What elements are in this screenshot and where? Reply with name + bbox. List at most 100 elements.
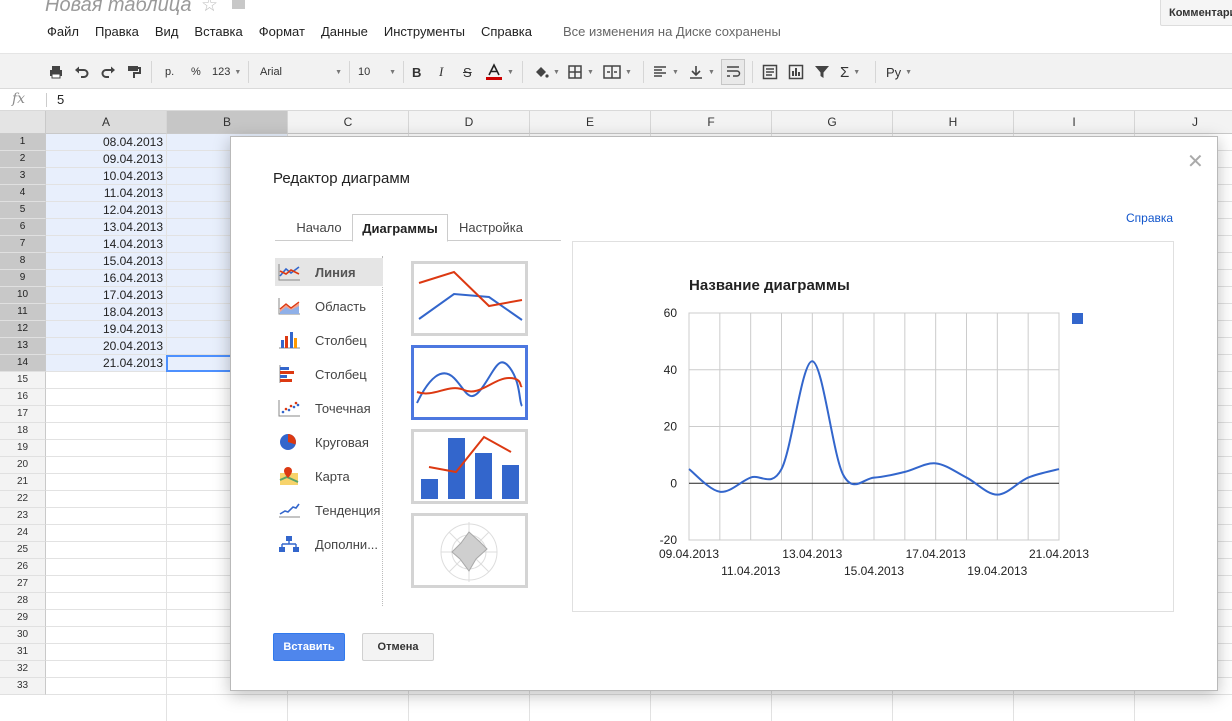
menu-help[interactable]: Справка bbox=[481, 24, 532, 40]
chart-type-area[interactable]: Область bbox=[275, 292, 383, 320]
cell[interactable]: 15.04.2013 bbox=[46, 253, 166, 270]
formula-input[interactable]: 5 bbox=[57, 92, 64, 107]
cell[interactable]: 21.04.2013 bbox=[46, 355, 166, 372]
bold-icon[interactable]: B bbox=[412, 62, 421, 82]
chart-thumbnail-smooth-line[interactable] bbox=[411, 345, 528, 420]
column-header[interactable]: I bbox=[1014, 111, 1135, 134]
cell[interactable]: 16.04.2013 bbox=[46, 270, 166, 287]
menu-edit[interactable]: Правка bbox=[95, 24, 139, 40]
strikethrough-icon[interactable]: S bbox=[463, 62, 472, 82]
row-header[interactable]: 25 bbox=[0, 542, 46, 559]
cell[interactable]: 12.04.2013 bbox=[46, 202, 166, 219]
row-header[interactable]: 1 bbox=[0, 134, 46, 151]
chart-type-scatter[interactable]: Точечная bbox=[275, 394, 383, 422]
chart-type-more[interactable]: Дополни... bbox=[275, 530, 383, 558]
cancel-button[interactable]: Отмена bbox=[362, 633, 434, 661]
merge-cells-button[interactable]: ▼ bbox=[603, 62, 632, 82]
column-header[interactable]: F bbox=[651, 111, 772, 134]
column-header[interactable]: J bbox=[1135, 111, 1232, 134]
cell[interactable]: 08.04.2013 bbox=[46, 134, 166, 151]
row-header[interactable]: 15 bbox=[0, 372, 46, 389]
cell[interactable]: 18.04.2013 bbox=[46, 304, 166, 321]
row-header[interactable]: 17 bbox=[0, 406, 46, 423]
chart-thumbnail-line[interactable] bbox=[411, 261, 528, 336]
select-all-corner[interactable] bbox=[0, 111, 46, 134]
row-header[interactable]: 10 bbox=[0, 287, 46, 304]
menu-file[interactable]: Файл bbox=[47, 24, 79, 40]
wrap-text-button[interactable] bbox=[721, 59, 745, 85]
row-header[interactable]: 20 bbox=[0, 457, 46, 474]
row-header[interactable]: 28 bbox=[0, 593, 46, 610]
cell[interactable]: 17.04.2013 bbox=[46, 287, 166, 304]
valign-bottom-button[interactable]: ▼ bbox=[688, 62, 715, 82]
menu-data[interactable]: Данные bbox=[321, 24, 368, 40]
help-link[interactable]: Справка bbox=[1126, 211, 1173, 225]
percent-format-button[interactable]: % bbox=[191, 62, 201, 82]
row-header[interactable]: 14 bbox=[0, 355, 46, 372]
undo-icon[interactable] bbox=[74, 62, 90, 82]
row-header[interactable]: 31 bbox=[0, 644, 46, 661]
close-icon[interactable]: ✕ bbox=[1187, 149, 1204, 174]
row-header[interactable]: 30 bbox=[0, 627, 46, 644]
cell[interactable]: 09.04.2013 bbox=[46, 151, 166, 168]
align-left-button[interactable]: ▼ bbox=[652, 62, 679, 82]
row-header[interactable]: 13 bbox=[0, 338, 46, 355]
cell[interactable]: 10.04.2013 bbox=[46, 168, 166, 185]
row-header[interactable]: 21 bbox=[0, 474, 46, 491]
row-header[interactable]: 3 bbox=[0, 168, 46, 185]
row-header[interactable]: 19 bbox=[0, 440, 46, 457]
borders-button[interactable]: ▼ bbox=[567, 62, 594, 82]
menu-insert[interactable]: Вставка bbox=[194, 24, 242, 40]
menu-view[interactable]: Вид bbox=[155, 24, 179, 40]
font-size-dropdown[interactable]: 10 ▼ bbox=[358, 62, 396, 82]
row-header[interactable]: 27 bbox=[0, 576, 46, 593]
chart-type-line[interactable]: Линия bbox=[275, 258, 383, 286]
column-header[interactable]: A bbox=[46, 111, 167, 134]
cell[interactable]: 19.04.2013 bbox=[46, 321, 166, 338]
italic-icon[interactable]: I bbox=[439, 62, 443, 82]
paint-format-icon[interactable] bbox=[126, 62, 142, 82]
folder-icon[interactable] bbox=[232, 0, 245, 9]
row-header[interactable]: 6 bbox=[0, 219, 46, 236]
row-header[interactable]: 8 bbox=[0, 253, 46, 270]
cell[interactable]: 14.04.2013 bbox=[46, 236, 166, 253]
chart-thumbnail-radar[interactable] bbox=[411, 513, 528, 588]
row-header[interactable]: 7 bbox=[0, 236, 46, 253]
redo-icon[interactable] bbox=[100, 62, 116, 82]
row-header[interactable]: 33 bbox=[0, 678, 46, 695]
column-header[interactable]: D bbox=[409, 111, 530, 134]
comments-button[interactable]: Комментарии bbox=[1160, 0, 1232, 26]
tab-charts[interactable]: Диаграммы bbox=[352, 214, 448, 242]
cell[interactable]: 20.04.2013 bbox=[46, 338, 166, 355]
row-header[interactable]: 24 bbox=[0, 525, 46, 542]
insert-chart-icon[interactable] bbox=[788, 62, 804, 82]
tab-settings[interactable]: Настройка bbox=[451, 214, 531, 241]
column-header[interactable]: H bbox=[893, 111, 1014, 134]
insert-button[interactable]: Вставить bbox=[273, 633, 345, 661]
column-header[interactable]: E bbox=[530, 111, 651, 134]
column-header[interactable]: G bbox=[772, 111, 893, 134]
row-header[interactable]: 2 bbox=[0, 151, 46, 168]
row-header[interactable]: 18 bbox=[0, 423, 46, 440]
row-header[interactable]: 9 bbox=[0, 270, 46, 287]
row-header[interactable]: 16 bbox=[0, 389, 46, 406]
font-family-dropdown[interactable]: Arial ▼ bbox=[260, 62, 342, 82]
row-header[interactable]: 12 bbox=[0, 321, 46, 338]
menu-format[interactable]: Формат bbox=[259, 24, 305, 40]
input-tools-button[interactable]: Ру ▼ bbox=[886, 62, 912, 82]
star-icon[interactable]: ☆ bbox=[201, 0, 218, 17]
chart-type-pie[interactable]: Круговая bbox=[275, 428, 383, 456]
currency-format-button[interactable]: р. bbox=[165, 62, 174, 82]
chart-type-map[interactable]: Карта bbox=[275, 462, 383, 490]
document-title[interactable]: Новая таблица bbox=[45, 0, 191, 17]
row-header[interactable]: 22 bbox=[0, 491, 46, 508]
number-format-dropdown[interactable]: 123 ▼ bbox=[212, 62, 241, 82]
row-header[interactable]: 29 bbox=[0, 610, 46, 627]
filter-icon[interactable] bbox=[814, 62, 830, 82]
cell[interactable]: 13.04.2013 bbox=[46, 219, 166, 236]
row-header[interactable]: 4 bbox=[0, 185, 46, 202]
row-header[interactable]: 32 bbox=[0, 661, 46, 678]
chart-type-bar[interactable]: Столбец bbox=[275, 360, 383, 388]
row-header[interactable]: 26 bbox=[0, 559, 46, 576]
insert-comment-icon[interactable] bbox=[762, 62, 778, 82]
